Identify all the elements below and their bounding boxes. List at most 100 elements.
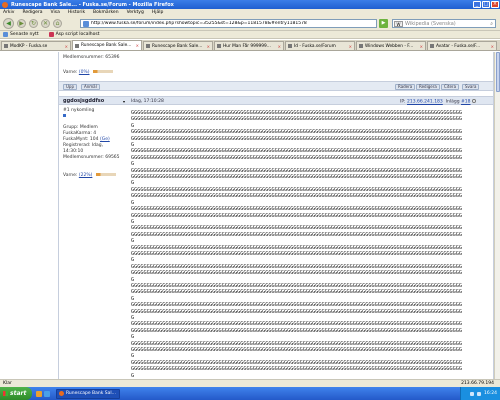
previous-rating: Varne: (0%) — [63, 70, 113, 75]
firefox-icon — [2, 1, 8, 8]
tab-close-icon[interactable]: × — [278, 44, 281, 49]
tab-runescape[interactable]: Runescape Bank Sale... × — [143, 41, 213, 50]
post-select-checkbox[interactable] — [471, 99, 476, 103]
menu-bar: Arkiv Redigera Visa Historik Bokmärken V… — [0, 9, 500, 16]
tab-close-icon[interactable]: × — [136, 43, 139, 48]
maximize-button[interactable]: □ — [482, 1, 490, 8]
scrollbar-thumb[interactable] — [496, 52, 500, 92]
tab-favicon-icon — [217, 44, 221, 48]
volume-icon[interactable] — [477, 391, 482, 396]
author-profile: #1 nykomling Grupp: Medlem FuskaKarma: 4… — [63, 108, 125, 179]
tab-favicon-icon — [75, 43, 79, 48]
forum-thread: Medlemsnummer: 65396 Varne: (0%) Upp Anm… — [58, 52, 494, 379]
close-button[interactable]: × — [491, 1, 499, 8]
profile-member-number: Medlemsnummer: 69565 — [63, 155, 120, 160]
up-button[interactable]: Upp — [63, 84, 78, 90]
status-bar: Klar 213.66.79.194 — [0, 379, 500, 387]
post-date: Idag, 17:10:28 — [131, 99, 164, 104]
start-button[interactable]: start — [0, 387, 32, 400]
home-icon[interactable]: ⌂ — [53, 18, 62, 28]
menu-hjalp[interactable]: Hjälp — [152, 10, 164, 15]
clock: 16:24 — [484, 391, 497, 396]
search-icon[interactable]: ⌕ — [490, 21, 493, 27]
bookmark-asp-script[interactable]: Asp script localhost — [48, 32, 99, 37]
post-header: ggdosjsgddfso ▾ Idag, 17:10:28 IP: 213.6… — [59, 96, 493, 105]
post-body-line: GGGGGGGGGGGGGGGGGGGGGGGGGGGGGGGGGGGGGGGG… — [131, 193, 463, 200]
go-arrow-icon[interactable]: ▶ — [379, 19, 388, 28]
tab-hur-man[interactable]: Hur Man Får 999999... × — [214, 41, 284, 50]
firefox-icon — [59, 391, 64, 396]
search-placeholder: Wikipedia (Svenska) — [405, 20, 456, 27]
post-body-line: GGGGGGGGGGGGGGGGGGGGGGGGGGGGGGGGGGGGGGGG… — [131, 154, 463, 161]
report-button[interactable]: Anmäl — [81, 84, 100, 90]
post-ip-link[interactable]: 213.66.241.183 — [407, 100, 443, 105]
page-scrollbar[interactable] — [494, 52, 500, 379]
windows-flag-icon — [3, 391, 8, 396]
post-body-line: GGGGGGGGGGGGGGGGGGGGGGGGGGGGGGGGGGGGGGGG… — [131, 289, 463, 296]
system-tray: 16:24 — [460, 387, 500, 400]
quote-button[interactable]: Citera — [441, 84, 460, 90]
network-icon[interactable] — [470, 391, 475, 396]
stop-icon[interactable]: ✕ — [41, 18, 50, 28]
menu-redigera[interactable]: Redigera — [22, 10, 42, 15]
tab-close-icon[interactable]: × — [491, 44, 494, 49]
menu-visa[interactable]: Visa — [51, 10, 60, 15]
delete-button[interactable]: Radera — [395, 84, 416, 90]
window-titlebar[interactable]: Runescape Bank Sale... - Fuska.se/Forum … — [0, 0, 500, 9]
edit-button[interactable]: Redigera — [416, 84, 440, 90]
minimize-button[interactable]: _ — [473, 1, 481, 8]
url-bar[interactable]: http://www.fuska.se/forum/index.php?show… — [80, 19, 377, 28]
tab-avatar[interactable]: Avatar - Fuska.se/F... × — [427, 41, 497, 50]
taskbar-item-firefox[interactable]: Runescape Bank Sal... — [56, 388, 120, 399]
back-arrow-icon[interactable]: ◀ — [3, 17, 14, 29]
menu-arkiv[interactable]: Arkiv — [3, 10, 14, 15]
post-body-line: GGGGGGGGGGGGGGGGGGGGGGGGGGGGGGGGGGGGGGGG… — [131, 206, 463, 213]
reload-icon[interactable]: ↻ — [29, 18, 38, 28]
tab-close-icon[interactable]: × — [420, 44, 423, 49]
tab-close-icon[interactable]: × — [207, 44, 210, 49]
tab-modkp[interactable]: ModKP - Fuska.se × — [1, 41, 71, 50]
post-number-link[interactable]: #18 — [461, 100, 471, 105]
post-body-line: GGGGGGGGGGGGGGGGGGGGGGGGGGGGGGGGGGGGGGGG… — [131, 321, 463, 328]
post-body-line: GGGGGGGGGGGGGGGGGGGGGGGGGGGGGGGGGGGGGGGG… — [131, 174, 463, 181]
tab-favicon-icon — [4, 44, 8, 48]
navigation-toolbar: ◀ ▶ ↻ ✕ ⌂ http://www.fuska.se/forum/inde… — [0, 16, 500, 31]
quick-launch — [36, 390, 50, 397]
tab-favicon-icon — [430, 44, 434, 48]
tab-id-forum[interactable]: Id - Fuska.se/Forum × — [285, 41, 355, 50]
post-body-line: GGGGGGGGGGGGGGGGGGGGGGGGGGGGGGGGGGGGGGGG… — [131, 225, 463, 232]
bookmark-senaste-nytt[interactable]: Senaste nytt — [3, 32, 39, 37]
previous-member-number: Medlemsnummer: 65396 — [63, 55, 120, 60]
post-body-line: GGGGGGGGGGGGGGGGGGGGGGGGGGGGGGGGGGGGGGGG… — [131, 129, 463, 136]
give-mynt-link[interactable]: (Ge) — [100, 137, 110, 142]
tab-windows-webben[interactable]: Windows Webben - F... × — [356, 41, 426, 50]
wikipedia-icon[interactable]: W — [394, 21, 403, 27]
window-title: Runescape Bank Sale... - Fuska.se/Forum … — [11, 1, 174, 8]
script-icon — [48, 32, 54, 37]
post-body-line: GGGGGGGGGGGGGGGGGGGGGGGGGGGGGGGGGGGGGGGG… — [131, 244, 463, 251]
bookmarks-toolbar: Senaste nytt Asp script localhost — [0, 31, 500, 39]
previous-rating-value[interactable]: (0%) — [79, 70, 90, 75]
rating-bar — [92, 70, 113, 73]
url-text: http://www.fuska.se/forum/index.php?show… — [91, 21, 307, 26]
post-author[interactable]: ggdosjsgddfso — [63, 98, 104, 104]
search-input[interactable]: W Wikipedia (Svenska) ⌕ — [392, 19, 496, 28]
tab-close-icon[interactable]: × — [65, 44, 68, 49]
tab-runescape-active[interactable]: Runescape Bank Sale... × — [72, 40, 142, 50]
post-body-line: GGGGGGGGGGGGGGGGGGGGGGGGGGGGGGGGGGGGGGGG… — [131, 302, 463, 309]
folder-icon[interactable] — [36, 390, 42, 397]
reply-button[interactable]: Svara — [462, 84, 480, 90]
menu-verktyg[interactable]: Verktyg — [127, 10, 144, 15]
post-body-line: GGGGGGGGGGGGGGGGGGGGGGGGGGGGGGGGGGGGGGGG… — [131, 250, 463, 257]
tab-favicon-icon — [288, 44, 292, 48]
rating-bar — [95, 173, 116, 176]
forward-arrow-icon[interactable]: ▶ — [17, 18, 26, 28]
post-body-line: GGGGGGGGGGGGGGGGGGGGGGGGGGGGGGGGGGGGGGGG… — [131, 231, 463, 238]
profile-rating-value[interactable]: (22%) — [79, 173, 93, 178]
post-ip-info: IP: 213.66.241.183 Inlägg #18 — [400, 99, 476, 105]
menu-historik[interactable]: Historik — [68, 10, 85, 15]
menu-bokmarken[interactable]: Bokmärken — [93, 10, 119, 15]
browser-icon[interactable] — [44, 390, 50, 397]
dropdown-arrow-icon[interactable]: ▾ — [123, 99, 127, 104]
tab-close-icon[interactable]: × — [349, 44, 352, 49]
